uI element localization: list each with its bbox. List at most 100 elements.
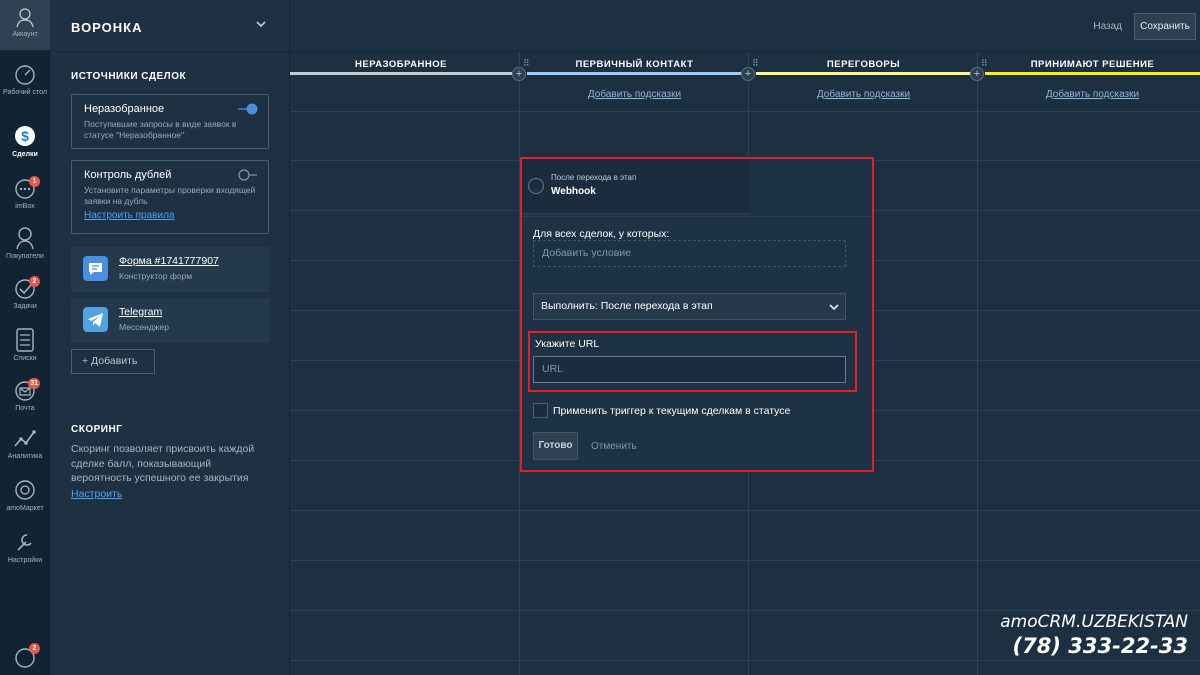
notifications-badge: 2 <box>29 643 40 654</box>
apply-existing-label: Применить триггер к текущим сделкам в ст… <box>553 405 791 417</box>
stage-decision: ⠿ ПРИНИМАЮТ РЕШЕНИЕ Добавить подсказки <box>981 52 1200 112</box>
execute-select-value: Выполнить: После перехода в этап <box>541 300 713 312</box>
scoring-configure-link[interactable]: Настроить <box>71 488 122 500</box>
dollar-icon: $ <box>15 126 35 146</box>
add-condition-field[interactable]: Добавить условие <box>533 240 846 267</box>
url-section: Укажите URL URL <box>528 331 857 392</box>
user-icon <box>16 8 34 28</box>
webhook-trigger-modal: После перехода в этап Webhook Для всех с… <box>520 157 874 472</box>
condition-label: Для всех сделок, у которых: <box>533 228 670 240</box>
stage-color-bar <box>527 72 742 75</box>
unsorted-desc: Поступившие запросы в виде заявок в стат… <box>84 119 237 140</box>
nav-item-tasks[interactable]: 2 Задачи <box>0 276 50 311</box>
chevron-down-icon <box>256 21 266 28</box>
nav-item-lists[interactable]: Списки <box>0 328 50 363</box>
add-source-button[interactable]: + Добавить <box>71 349 155 374</box>
nav-account[interactable]: Аккаунт <box>0 0 50 50</box>
nav-item-label: Покупатели <box>6 253 44 260</box>
nav-item-label: Аналитика <box>7 453 43 460</box>
imbox-badge: 1 <box>29 176 40 187</box>
form-icon <box>83 256 108 281</box>
main-nav: Аккаунт Рабочий стол $ Сделки 1 imBox По… <box>0 0 50 675</box>
wrench-icon <box>17 534 32 551</box>
nav-item-deals[interactable]: $ Сделки <box>0 124 50 159</box>
add-hints-link[interactable]: Добавить подсказки <box>527 89 742 100</box>
pipeline-settings-panel: ВОРОНКА ИСТОЧНИКИ СДЕЛОК Неразобранное П… <box>50 0 290 675</box>
stage-name: ПРИНИМАЮТ РЕШЕНИЕ <box>1030 59 1155 70</box>
url-input[interactable]: URL <box>533 356 846 383</box>
scoring-title: СКОРИНГ <box>71 424 123 435</box>
nav-item-notifications[interactable]: 2 <box>0 643 50 671</box>
nav-item-settings[interactable]: Настройки <box>0 530 50 565</box>
nav-item-imbox[interactable]: 1 imBox <box>0 176 50 211</box>
nav-item-label: Рабочий стол <box>3 89 47 96</box>
cancel-button[interactable]: Отменить <box>591 441 637 452</box>
nav-item-market[interactable]: amoМаркет <box>0 478 50 513</box>
stage-color-bar <box>756 72 971 75</box>
row-divider <box>290 660 1200 661</box>
svg-text:$: $ <box>21 128 29 144</box>
dupes-toggle[interactable] <box>238 169 258 181</box>
nav-item-label: imBox <box>15 203 35 210</box>
stage-name: НЕРАЗОБРАННОЕ <box>355 59 447 70</box>
divider <box>522 216 872 217</box>
channel-form-name: Форма #1741777907 <box>119 255 219 267</box>
phone-watermark: (78) 333-22-33 <box>1012 634 1188 658</box>
nav-item-mail[interactable]: 31 Почта <box>0 378 50 413</box>
column-divider <box>977 52 978 675</box>
nav-item-dashboard[interactable]: Рабочий стол <box>0 64 50 97</box>
dupes-card: Контроль дублей Установите параметры про… <box>71 160 269 234</box>
nav-item-label: Списки <box>13 355 37 362</box>
nav-item-label: Почта <box>15 405 35 412</box>
stage-name: ПЕРЕГОВОРЫ <box>826 59 901 70</box>
customers-icon <box>16 227 34 250</box>
unsorted-card[interactable]: Неразобранное Поступившие запросы в виде… <box>71 94 269 149</box>
add-stage-button[interactable]: + <box>970 67 984 81</box>
dupes-title: Контроль дублей <box>84 169 172 181</box>
channel-form[interactable]: Форма #1741777907 Конструктор форм <box>71 247 270 292</box>
add-hints-link[interactable]: Добавить подсказки <box>985 89 1200 100</box>
tasks-badge: 2 <box>29 276 40 287</box>
stage-color-bar <box>985 72 1200 75</box>
webhook-icon <box>528 178 544 194</box>
add-hints-link[interactable]: Добавить подсказки <box>756 89 971 100</box>
chevron-down-icon <box>829 304 839 311</box>
back-button[interactable]: Назад <box>1093 21 1122 32</box>
market-icon <box>15 480 35 500</box>
add-stage-button[interactable]: + <box>512 67 526 81</box>
apply-existing-checkbox[interactable] <box>533 403 548 418</box>
nav-item-label: Настройки <box>7 557 43 564</box>
list-icon <box>16 328 34 352</box>
nav-item-label: Задачи <box>13 303 37 310</box>
configure-rules-link[interactable]: Настроить правила <box>84 210 256 221</box>
stage-color-bar <box>290 72 512 75</box>
nav-item-label: amoМаркет <box>6 505 44 512</box>
stage-name: ПЕРВИЧНЫЙ КОНТАКТ <box>575 59 694 70</box>
channel-form-sub: Конструктор форм <box>119 271 193 281</box>
trigger-header: После перехода в этап Webhook <box>522 159 750 214</box>
add-stage-button[interactable]: + <box>741 67 755 81</box>
unsorted-toggle[interactable] <box>238 103 258 115</box>
save-button[interactable]: Сохранить <box>1134 13 1196 40</box>
top-bar: Назад Сохранить <box>290 0 1200 52</box>
speedometer-icon <box>15 65 35 85</box>
pipeline-selector[interactable]: ВОРОНКА <box>50 0 289 52</box>
pipeline-title: ВОРОНКА <box>71 20 143 35</box>
scoring-description: Скоринг позволяет присвоить каждой сделк… <box>71 443 255 484</box>
unsorted-title: Неразобранное <box>84 103 165 115</box>
stage-unsorted: НЕРАЗОБРАННОЕ <box>290 52 512 112</box>
channel-telegram-sub: Мессенджер <box>119 322 169 332</box>
channel-telegram[interactable]: Telegram Мессенджер <box>71 298 270 343</box>
stage-negotiation: ⠿ ПЕРЕГОВОРЫ Добавить подсказки <box>752 52 971 112</box>
nav-item-label: Сделки <box>12 151 38 158</box>
channel-telegram-name: Telegram <box>119 306 163 318</box>
execute-select[interactable]: Выполнить: После перехода в этап <box>533 293 846 320</box>
done-button[interactable]: Готово <box>533 432 578 460</box>
telegram-icon <box>83 307 108 332</box>
row-divider <box>290 610 1200 611</box>
row-divider <box>290 510 1200 511</box>
nav-item-analytics[interactable]: Аналитика <box>0 428 50 461</box>
row-divider <box>290 560 1200 561</box>
trigger-type: После перехода в этап <box>551 173 637 182</box>
nav-item-customers[interactable]: Покупатели <box>0 226 50 261</box>
